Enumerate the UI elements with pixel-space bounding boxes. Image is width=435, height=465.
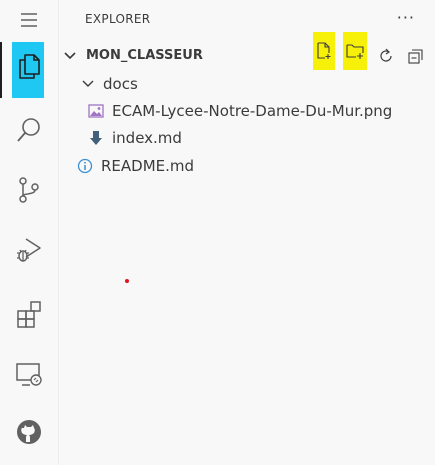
new-file-icon [317,42,331,59]
extensions-button[interactable] [0,290,58,338]
source-control-button[interactable] [0,166,58,214]
tree-item-docs[interactable]: docs [59,71,435,97]
tree-item-readme[interactable]: README.md [59,153,435,179]
run-debug-icon [17,238,41,262]
tree-item-label: ECAM-Lycee-Notre-Dame-Du-Mur.png [112,102,393,120]
chevron-down-icon [64,52,76,60]
activity-bar [0,0,59,465]
new-folder-button[interactable] [343,32,367,70]
menu-icon [21,13,37,27]
refresh-icon [380,48,392,62]
github-button[interactable] [0,408,58,456]
tree-item-label: docs [103,75,138,93]
tree-item-label: README.md [101,157,195,175]
image-file-icon [88,104,104,118]
tree-item-index-md[interactable]: index.md [59,125,435,151]
refresh-button[interactable] [375,42,397,70]
explorer-files-icon [19,54,40,79]
explorer-sidebar: EXPLORER ··· MON_CLASSEUR docs ECAM-Lyce… [59,0,435,465]
info-icon [77,158,93,174]
new-file-button[interactable] [313,32,335,70]
search-button[interactable] [0,106,58,154]
more-actions-button[interactable]: ··· [397,8,415,27]
remote-explorer-button[interactable] [0,350,58,398]
new-folder-icon [346,44,364,59]
collapse-all-button[interactable] [405,42,427,70]
chevron-down-icon [82,80,94,87]
folder-header[interactable]: MON_CLASSEUR [59,32,435,70]
cursor-dot [125,279,129,283]
folder-name: MON_CLASSEUR [86,48,203,63]
menu-button[interactable] [0,0,58,40]
explorer-button[interactable] [0,42,58,98]
run-debug-button[interactable] [0,226,58,274]
collapse-all-icon [408,49,423,64]
explorer-title: EXPLORER [85,12,151,26]
tree-item-png-file[interactable]: ECAM-Lycee-Notre-Dame-Du-Mur.png [59,98,435,124]
source-control-icon [19,177,39,203]
active-indicator [0,42,2,98]
github-icon [17,420,41,444]
extensions-icon [17,301,41,328]
remote-explorer-icon [16,363,42,386]
markdown-file-icon [90,131,102,145]
tree-item-label: index.md [112,129,182,147]
search-icon [17,118,40,142]
